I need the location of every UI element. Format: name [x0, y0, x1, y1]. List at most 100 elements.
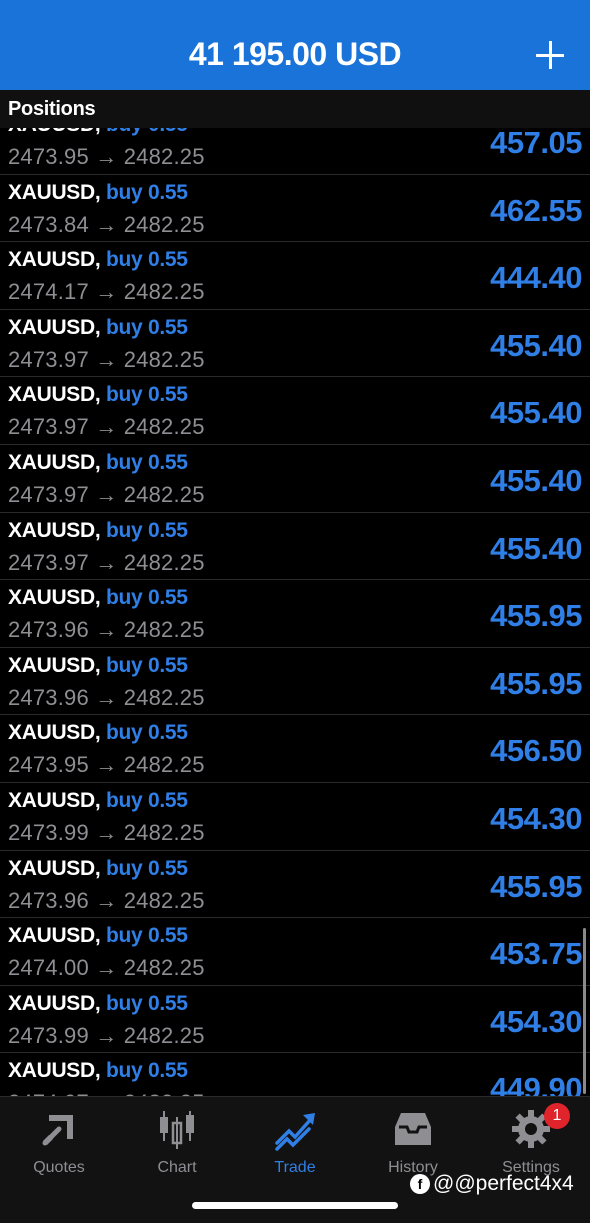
- symbol-label: XAUUSD,: [8, 924, 101, 948]
- price-range: 2474.17 → 2482.25: [8, 279, 205, 305]
- position-row[interactable]: XAUUSD, buy 0.55 2473.97 → 2482.25 455.40: [0, 445, 590, 513]
- scrollbar[interactable]: [583, 928, 586, 1094]
- position-title: XAUUSD, buy 0.55: [8, 654, 188, 678]
- tab-quotes[interactable]: Quotes: [0, 1107, 118, 1177]
- symbol-label: XAUUSD,: [8, 518, 101, 542]
- price-range: 2473.95 → 2482.25: [8, 752, 205, 778]
- symbol-label: XAUUSD,: [8, 856, 101, 880]
- profit-value: 454.30: [490, 1003, 582, 1039]
- watermark-text: @@perfect4x4: [433, 1172, 574, 1195]
- price-range: 2473.96 → 2482.25: [8, 684, 205, 710]
- trade-icon: [275, 1113, 315, 1151]
- position-title: XAUUSD, buy 0.55: [8, 789, 188, 813]
- position-title: XAUUSD, buy 0.55: [8, 924, 188, 948]
- symbol-label: XAUUSD,: [8, 128, 101, 136]
- tab-settings[interactable]: 1 Settings: [472, 1103, 590, 1177]
- quotes-icon: [42, 1115, 73, 1146]
- tab-trade[interactable]: Trade: [236, 1107, 354, 1177]
- home-indicator: [192, 1202, 398, 1209]
- profit-value: 444.40: [490, 260, 582, 296]
- price-range: 2473.99 → 2482.25: [8, 819, 205, 845]
- section-title: Positions: [8, 98, 96, 120]
- price-range: 2473.97 → 2482.25: [8, 414, 205, 440]
- position-title: XAUUSD, buy 0.55: [8, 383, 188, 407]
- side-volume-label: buy 0.55: [106, 128, 188, 136]
- profit-value: 455.40: [490, 530, 582, 566]
- position-row[interactable]: XAUUSD, buy 0.55 2473.96 → 2482.25 455.95: [0, 851, 590, 919]
- symbol-label: XAUUSD,: [8, 450, 101, 474]
- profit-value: 455.40: [490, 462, 582, 498]
- symbol-label: XAUUSD,: [8, 788, 101, 812]
- position-row[interactable]: XAUUSD, buy 0.55 2473.97 → 2482.25 455.40: [0, 377, 590, 445]
- profit-value: 453.75: [490, 936, 582, 972]
- price-range: 2473.84 → 2482.25: [8, 211, 205, 237]
- price-range: 2473.99 → 2482.25: [8, 1022, 205, 1048]
- position-row[interactable]: XAUUSD, buy 0.55 2473.97 → 2482.25 455.40: [0, 310, 590, 378]
- position-row[interactable]: XAUUSD, buy 0.552474.07 → 2482.25449.90: [0, 1053, 590, 1096]
- app-header: 41 195.00 USD: [0, 0, 590, 90]
- price-range: 2473.97 → 2482.25: [8, 481, 205, 507]
- side-volume-label: buy 0.55: [105, 788, 188, 812]
- symbol-label: XAUUSD,: [8, 315, 101, 339]
- symbol-label: XAUUSD,: [8, 991, 101, 1015]
- position-title: XAUUSD, buy 0.55: [8, 992, 188, 1016]
- side-volume-label: buy 0.55: [105, 450, 188, 474]
- profit-value: 455.95: [490, 868, 582, 904]
- chart-icon: [160, 1111, 194, 1149]
- position-row[interactable]: XAUUSD, buy 0.55 2473.95 → 2482.25 457.05: [0, 128, 590, 175]
- account-balance: 41 195.00 USD: [188, 36, 402, 72]
- position-row[interactable]: XAUUSD, buy 0.55 2474.17 → 2482.25 444.40: [0, 242, 590, 310]
- position-row[interactable]: XAUUSD, buy 0.55 2473.99 → 2482.25 454.30: [0, 783, 590, 851]
- position-title: XAUUSD, buy 0.55: [8, 128, 188, 137]
- position-title: XAUUSD, buy 0.55: [8, 519, 188, 543]
- tab-label: Quotes: [33, 1159, 85, 1176]
- profit-value: 455.40: [490, 395, 582, 431]
- position-row[interactable]: XAUUSD, buy 0.55 2473.84 → 2482.25 462.55: [0, 175, 590, 243]
- position-title: XAUUSD, buy 0.55: [8, 586, 188, 610]
- symbol-label: XAUUSD,: [8, 248, 101, 272]
- profit-value: 449.90: [490, 1071, 582, 1096]
- side-volume-label: buy 0.55: [105, 721, 188, 745]
- tab-label: Chart: [157, 1159, 197, 1176]
- position-row[interactable]: XAUUSD, buy 0.55 2473.96 → 2482.25 455.95: [0, 580, 590, 648]
- position-row[interactable]: XAUUSD, buy 0.55 2474.00 → 2482.25 453.75: [0, 918, 590, 986]
- positions-section-header: Positions: [0, 90, 590, 128]
- symbol-label: XAUUSD,: [8, 180, 101, 204]
- side-volume-label: buy 0.55: [105, 586, 188, 610]
- tab-chart[interactable]: Chart: [118, 1107, 236, 1177]
- symbol-label: XAUUSD,: [8, 653, 101, 677]
- profit-value: 457.05: [490, 128, 582, 160]
- tab-label: Trade: [274, 1159, 316, 1176]
- position-row[interactable]: XAUUSD, buy 0.55 2473.99 → 2482.25 454.30: [0, 986, 590, 1054]
- side-volume-label: buy 0.55: [105, 1059, 188, 1083]
- price-range: 2473.97 → 2482.25: [8, 346, 205, 372]
- position-title: XAUUSD, buy 0.55: [8, 181, 188, 205]
- side-volume-label: buy 0.55: [105, 248, 188, 272]
- tab-history[interactable]: History: [354, 1107, 472, 1177]
- position-title: XAUUSD, buy 0.55: [8, 721, 188, 745]
- position-row[interactable]: XAUUSD, buy 0.55 2473.95 → 2482.25 456.50: [0, 715, 590, 783]
- watermark: f @@perfect4x4: [410, 1172, 574, 1196]
- price-range: 2473.96 → 2482.25: [8, 617, 205, 643]
- side-volume-label: buy 0.55: [105, 856, 188, 880]
- price-range: 2474.00 → 2482.25: [8, 955, 205, 981]
- side-volume-label: buy 0.55: [105, 653, 188, 677]
- side-volume-label: buy 0.55: [105, 180, 188, 204]
- symbol-label: XAUUSD,: [8, 721, 101, 745]
- price-range: 2473.96 → 2482.25: [8, 887, 205, 913]
- notification-badge: 1: [544, 1103, 570, 1129]
- positions-list[interactable]: XAUUSD, buy 0.552473.95 → 2482.25457.05X…: [0, 128, 590, 1096]
- side-volume-label: buy 0.55: [105, 991, 188, 1015]
- plus-icon[interactable]: [536, 41, 564, 69]
- side-volume-label: buy 0.55: [105, 518, 188, 542]
- symbol-label: XAUUSD,: [8, 586, 101, 610]
- position-title: XAUUSD, buy 0.55: [8, 451, 188, 475]
- side-volume-label: buy 0.55: [105, 383, 188, 407]
- profit-value: 456.50: [490, 733, 582, 769]
- side-volume-label: buy 0.55: [105, 924, 188, 948]
- position-row[interactable]: XAUUSD, buy 0.55 2473.96 → 2482.25 455.95: [0, 648, 590, 716]
- position-title: XAUUSD, buy 0.55: [8, 1059, 188, 1083]
- position-row[interactable]: XAUUSD, buy 0.55 2473.97 → 2482.25 455.40: [0, 513, 590, 581]
- price-range: 2473.97 → 2482.25: [8, 549, 205, 575]
- profit-value: 455.95: [490, 598, 582, 634]
